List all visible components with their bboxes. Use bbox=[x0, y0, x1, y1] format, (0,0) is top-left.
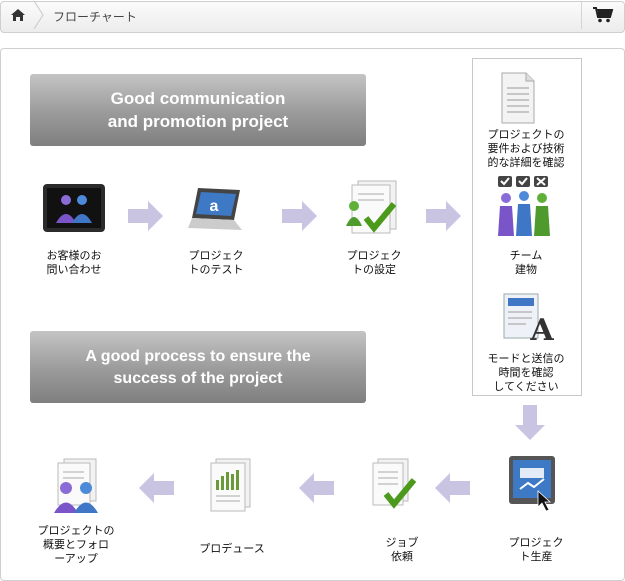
breadcrumb-current: フローチャート bbox=[53, 10, 137, 24]
breadcrumb-separator bbox=[34, 1, 44, 29]
home-icon bbox=[11, 9, 25, 21]
mode-timing-icon: A bbox=[503, 293, 554, 342]
arrow-left-icon bbox=[139, 473, 174, 503]
team-label: チーム 建物 bbox=[509, 249, 543, 276]
banner-communication: Good communication and promotion project bbox=[30, 74, 366, 146]
arrow-right-icon bbox=[282, 201, 317, 231]
cart-button[interactable] bbox=[581, 1, 624, 29]
arrow-right-icon bbox=[128, 201, 163, 231]
produce-report-icon bbox=[210, 458, 251, 512]
arrow-left-icon bbox=[299, 473, 334, 503]
overview-label: プロジェクトの 概要とフォロ ーアップ bbox=[37, 524, 115, 565]
arrow-down-icon bbox=[515, 405, 545, 440]
banner-process-text: A good process to ensure the success of … bbox=[85, 348, 311, 387]
job-label: ジョブ 依頼 bbox=[385, 536, 419, 563]
overview-followup-icon bbox=[54, 458, 98, 513]
production-label: プロジェク ト生産 bbox=[508, 536, 564, 563]
document-icon bbox=[501, 72, 535, 124]
arrow-right-icon bbox=[426, 201, 461, 231]
banner-communication-text: Good communication and promotion project bbox=[107, 89, 289, 131]
arrow-left-icon bbox=[435, 473, 470, 503]
produce-label: プロデュース bbox=[199, 542, 265, 555]
requirements-label: プロジェクトの 要件および技術 的な詳細を確認 bbox=[487, 128, 565, 169]
job-request-icon bbox=[372, 458, 417, 509]
svg-text:A: A bbox=[529, 313, 554, 342]
mode-label: モードと送信の 時間を確認 してください bbox=[487, 352, 565, 393]
home-button[interactable] bbox=[1, 1, 35, 29]
test-label: プロジェク トのテスト bbox=[188, 249, 244, 276]
laptop-test-icon: a bbox=[188, 188, 242, 230]
shopping-cart-icon bbox=[593, 7, 614, 23]
setup-label: プロジェク トの設定 bbox=[346, 249, 402, 276]
team-building-icon bbox=[498, 176, 550, 236]
svg-text:a: a bbox=[210, 198, 219, 215]
customer-inquiry-icon bbox=[43, 184, 105, 232]
project-production-icon bbox=[509, 456, 555, 512]
inquiry-label: お客様のお 問い合わせ bbox=[46, 249, 102, 276]
project-setup-icon bbox=[346, 180, 397, 234]
banner-process: A good process to ensure the success of … bbox=[30, 331, 366, 403]
